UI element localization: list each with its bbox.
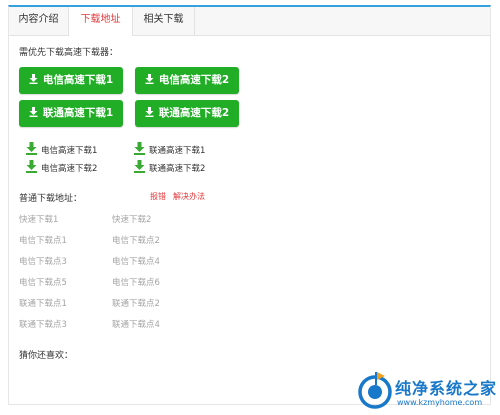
watermark-url: www.kzmyhome.com bbox=[397, 398, 483, 407]
recommend-label: 猜你还喜欢： bbox=[19, 351, 74, 361]
unicom-high-speed-1-button[interactable]: 联通高速下载1 bbox=[19, 100, 123, 127]
downloader-prompt: 需优先下载高速下载器： bbox=[19, 48, 119, 58]
button-label: 联通高速下载2 bbox=[158, 107, 230, 119]
tab-bar: 内容介绍 下载地址 相关下载 bbox=[9, 7, 490, 36]
unicom-high-speed-2-button[interactable]: 联通高速下载2 bbox=[135, 100, 239, 127]
green-download-icon bbox=[26, 142, 37, 155]
mirror-link[interactable]: 电信下载点1 bbox=[19, 234, 67, 246]
mirror-link[interactable]: 快速下载1 bbox=[19, 213, 58, 225]
normal-download-label: 普通下载地址： bbox=[19, 194, 83, 204]
green-download-icon bbox=[134, 160, 145, 173]
mirror-link[interactable]: 联通下载点4 bbox=[112, 318, 160, 330]
tab-download-address[interactable]: 下载地址 bbox=[69, 7, 133, 36]
link-label: 电信高速下载1 bbox=[41, 146, 98, 156]
site-watermark: 纯净系统之家 www.kzmyhome.com bbox=[355, 368, 498, 412]
mirror-link[interactable]: 快速下载2 bbox=[112, 213, 151, 225]
tab-content-intro[interactable]: 内容介绍 bbox=[9, 7, 69, 35]
mirror-link[interactable]: 电信下载点4 bbox=[112, 255, 160, 267]
telecom-high-speed-2-button[interactable]: 电信高速下载2 bbox=[135, 67, 239, 94]
button-label: 联通高速下载1 bbox=[42, 107, 114, 119]
site-logo-icon bbox=[358, 372, 392, 409]
mirror-link[interactable]: 电信下载点3 bbox=[19, 255, 67, 267]
download-icon bbox=[145, 73, 154, 84]
mirror-link[interactable]: 电信下载点6 bbox=[112, 276, 160, 288]
mirror-link[interactable]: 联通下载点1 bbox=[19, 297, 67, 309]
telecom-high-speed-1-button[interactable]: 电信高速下载1 bbox=[19, 67, 123, 94]
link-label: 联通高速下载2 bbox=[149, 164, 206, 174]
button-label: 电信高速下载2 bbox=[158, 74, 230, 86]
mirror-link[interactable]: 联通下载点2 bbox=[112, 297, 160, 309]
watermark-title: 纯净系统之家 bbox=[395, 379, 498, 398]
download-panel: 内容介绍 下载地址 相关下载 需优先下载高速下载器： 电信高速下载1 电信高速下… bbox=[8, 5, 491, 405]
button-label: 电信高速下载1 bbox=[42, 74, 114, 86]
solution-link[interactable]: 解决办法 bbox=[173, 191, 205, 202]
download-icon bbox=[29, 73, 38, 84]
mirror-link[interactable]: 电信下载点5 bbox=[19, 276, 67, 288]
download-icon bbox=[145, 106, 154, 117]
mirror-link[interactable]: 电信下载点2 bbox=[112, 234, 160, 246]
green-download-icon bbox=[26, 160, 37, 173]
link-label: 电信高速下载2 bbox=[41, 164, 98, 174]
tab-related-downloads[interactable]: 相关下载 bbox=[133, 7, 195, 35]
report-error-link[interactable]: 报错 bbox=[150, 191, 166, 202]
link-label: 联通高速下载1 bbox=[149, 146, 206, 156]
green-download-icon bbox=[134, 142, 145, 155]
download-icon bbox=[29, 106, 38, 117]
mirror-link[interactable]: 联通下载点3 bbox=[19, 318, 67, 330]
